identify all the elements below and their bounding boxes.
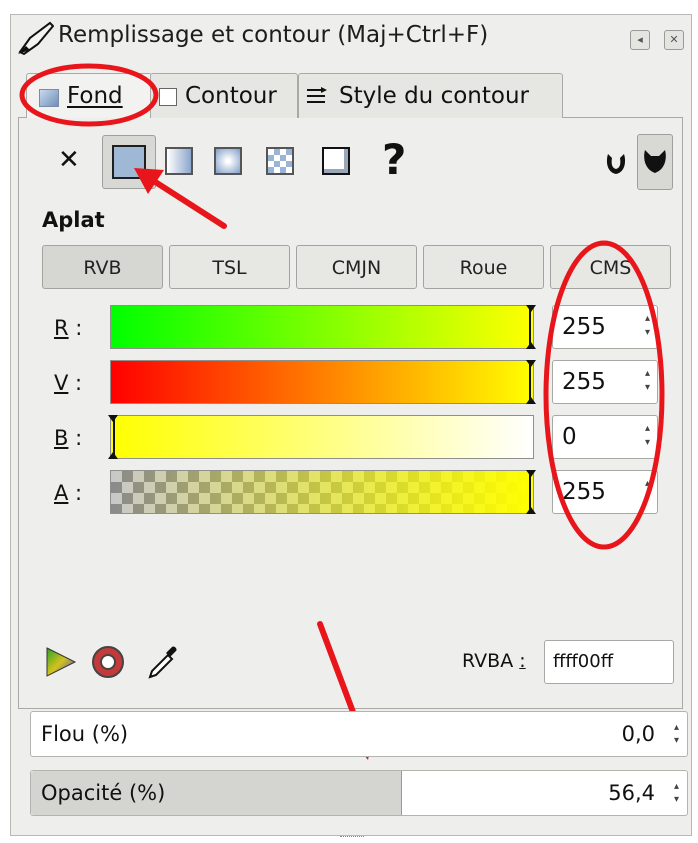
spin-arrows-icon[interactable]: ▴ ▾ — [674, 780, 679, 806]
eyedropper-icon[interactable] — [146, 643, 180, 681]
slider-v[interactable] — [110, 360, 536, 404]
fill-rule-evenodd-icon[interactable] — [602, 150, 630, 178]
opacity-label: Opacité (%) — [41, 781, 166, 805]
color-mode-roue[interactable]: Roue — [423, 245, 544, 289]
dock-button[interactable]: ◂ — [630, 30, 650, 50]
resize-grip[interactable] — [340, 836, 364, 841]
opacity-slider[interactable]: Opacité (%) 56,4 ▴ ▾ — [30, 770, 688, 816]
fill-stroke-icon — [18, 21, 54, 56]
fill-rule-nonzero-icon — [644, 150, 666, 173]
blur-label: Flou (%) — [41, 722, 129, 746]
channel-label-a: A : — [54, 481, 83, 505]
rgba-input[interactable]: ffff00ff — [544, 640, 674, 684]
slider-b[interactable] — [108, 415, 534, 459]
color-mode-tsl[interactable]: TSL — [169, 245, 290, 289]
rgba-label: RVBA : — [462, 650, 526, 672]
annotation-arrow-flat — [134, 168, 227, 229]
spin-arrows-icon[interactable]: ▴ ▾ — [674, 721, 679, 747]
color-mode-rvb[interactable]: RVB — [42, 245, 163, 289]
blur-value: 0,0 — [621, 722, 655, 746]
channel-label-r: R : — [54, 316, 83, 340]
x-icon: ✕ — [58, 145, 80, 175]
tab-label: Contour — [185, 83, 277, 109]
stroke-style-tab-icon — [307, 87, 327, 103]
blur-slider[interactable]: Flou (%) 0,0 ▴ ▾ — [30, 711, 688, 757]
tab-label: Style du contour — [339, 83, 529, 109]
out-of-gamut-icon — [46, 647, 77, 677]
slider-a[interactable] — [110, 470, 536, 514]
annotation-ellipse-fond — [19, 63, 159, 127]
question-icon: ? — [382, 135, 407, 184]
channel-label-v: V : — [54, 371, 83, 395]
color-mode-cmjn[interactable]: CMJN — [296, 245, 417, 289]
fill-unset-button[interactable]: ? — [378, 135, 412, 184]
stroke-paint-tab-icon — [159, 88, 177, 106]
fill-swatch-button[interactable] — [316, 141, 356, 181]
channel-label-b: B : — [54, 426, 83, 450]
pattern-icon — [266, 147, 294, 175]
dialog-title: Remplissage et contour (Maj+Ctrl+F) — [58, 22, 489, 48]
close-button[interactable]: ✕ — [664, 30, 684, 50]
tab-contour[interactable]: Contour — [150, 73, 298, 118]
fill-pattern-button[interactable] — [260, 141, 300, 181]
color-managed-icon — [92, 646, 124, 678]
slider-r[interactable] — [110, 305, 536, 349]
fill-none-button[interactable]: ✕ — [50, 141, 90, 181]
section-title-aplat: Aplat — [42, 208, 105, 232]
annotation-ellipse-values — [543, 240, 665, 550]
tab-style-du-contour[interactable]: Style du contour — [298, 73, 563, 118]
swatch-icon — [322, 147, 350, 175]
fill-rule-nonzero-button[interactable] — [637, 134, 673, 190]
opacity-value: 56,4 — [608, 781, 655, 805]
